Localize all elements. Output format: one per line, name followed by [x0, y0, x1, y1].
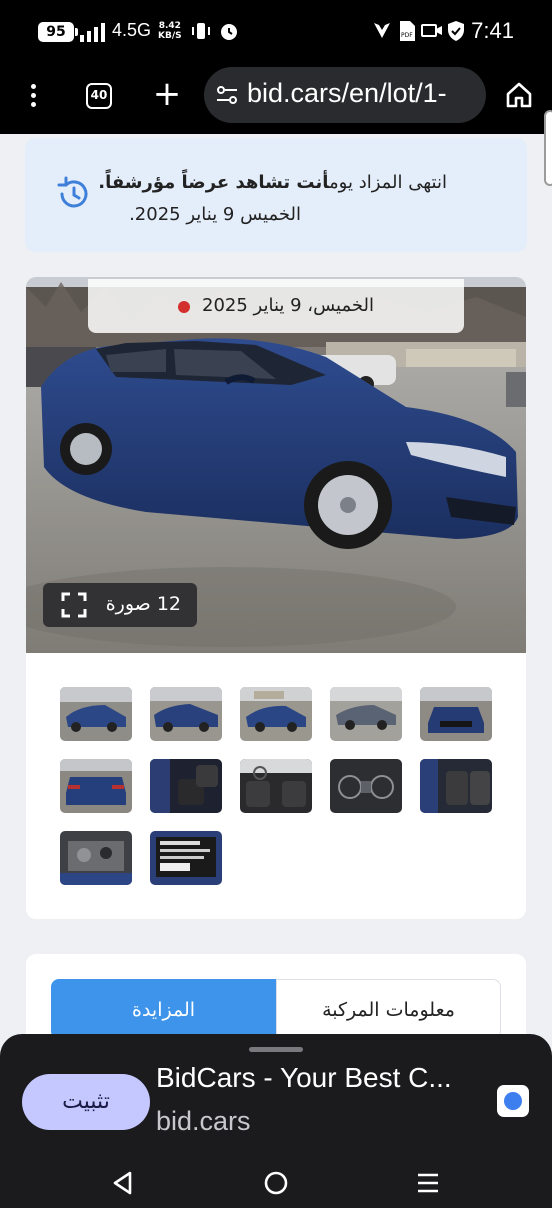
network-speed: 8.42 KB/S: [158, 21, 182, 41]
fullscreen-icon: [61, 592, 87, 618]
status-dot: [178, 301, 190, 313]
tabs-button[interactable]: 40: [86, 83, 112, 109]
info-tabs-card: المزايدة معلومات المركبة: [26, 954, 526, 1034]
browser-toolbar: 40 + bid.cars/en/lot/1-: [0, 64, 552, 134]
recent-apps-icon[interactable]: [413, 1168, 443, 1198]
status-bar: 95 4.5G 8.42 KB/S PDF 7:41: [0, 0, 552, 64]
page-content: انتهى المزاد يومأنت تشاهد عرضاً مؤرشفاً.…: [0, 134, 552, 1034]
thumbnail[interactable]: [240, 687, 312, 741]
app-title: BidCars - Your Best C...: [156, 1062, 452, 1093]
address-bar[interactable]: bid.cars/en/lot/1-: [204, 67, 486, 123]
new-tab-plus-icon[interactable]: +: [152, 74, 182, 114]
pdf-icon: PDF: [397, 20, 417, 47]
install-button[interactable]: تثبيت: [22, 1074, 150, 1130]
home-icon[interactable]: [504, 80, 534, 110]
archived-notice: انتهى المزاد يومأنت تشاهد عرضاً مؤرشفاً.…: [25, 138, 527, 252]
install-app-sheet: تثبيت BidCars - Your Best C... bid.cars: [0, 1034, 552, 1208]
thumbnail[interactable]: [420, 687, 492, 741]
thumbnail[interactable]: [150, 759, 222, 813]
auction-date: الخميس، 9 يناير 2025: [202, 295, 374, 316]
thumbnail[interactable]: [240, 759, 312, 813]
thumbnail[interactable]: [60, 759, 132, 813]
history-icon: [53, 174, 93, 214]
notice-line-2: الخميس 9 يناير 2025.: [129, 204, 301, 225]
vibrate-icon: [190, 20, 212, 47]
site-settings-icon[interactable]: [216, 85, 238, 110]
thumbnail[interactable]: [60, 687, 132, 741]
tab-auction[interactable]: المزايدة: [51, 979, 276, 1034]
menu-dots-icon[interactable]: [22, 82, 44, 110]
shield-icon: [446, 20, 466, 47]
thumbnail[interactable]: [60, 831, 132, 885]
battery-indicator: 95: [38, 22, 78, 42]
thumbnail[interactable]: [330, 687, 402, 741]
sheet-drag-handle[interactable]: [249, 1047, 303, 1052]
signal-bars-icon: [80, 22, 105, 42]
vpn-icon: [372, 20, 392, 45]
scrollbar-handle[interactable]: [544, 110, 552, 186]
app-domain: bid.cars: [156, 1106, 251, 1136]
notice-line-1: انتهى المزاد يومأنت تشاهد عرضاً مؤرشفاً.: [98, 172, 447, 193]
clock: 7:41: [471, 18, 514, 43]
network-type: 4.5G: [112, 20, 152, 40]
thumbnail[interactable]: [420, 759, 492, 813]
system-nav-bar: [0, 1160, 552, 1208]
tab-vehicle-info[interactable]: معلومات المركبة: [276, 979, 501, 1034]
speed-unit: KB/S: [158, 31, 182, 41]
thumbnail[interactable]: [150, 687, 222, 741]
svg-text:PDF: PDF: [401, 32, 413, 39]
photo-count-label: 12 صورة: [105, 593, 181, 615]
thumbnail[interactable]: [330, 759, 402, 813]
url-text: bid.cars/en/lot/1-: [247, 78, 447, 108]
notice-prefix: انتهى المزاد يوم: [329, 172, 447, 193]
notice-bold-text: أنت تشاهد عرضاً مؤرشفاً.: [98, 172, 330, 193]
main-car-photo[interactable]: الخميس، 9 يناير 2025 12 صورة: [26, 277, 526, 653]
speed-value: 8.42: [158, 21, 181, 31]
back-icon[interactable]: [108, 1168, 138, 1198]
alarm-icon: [218, 20, 240, 47]
photo-count-button[interactable]: 12 صورة: [43, 583, 197, 627]
photo-gallery: الخميس، 9 يناير 2025 12 صورة: [26, 277, 526, 919]
home-circle-icon[interactable]: [261, 1168, 291, 1198]
camera-icon: [421, 20, 443, 45]
auction-date-badge: الخميس، 9 يناير 2025: [88, 279, 464, 333]
app-logo-icon: [497, 1085, 529, 1117]
thumbnail[interactable]: [150, 831, 222, 885]
